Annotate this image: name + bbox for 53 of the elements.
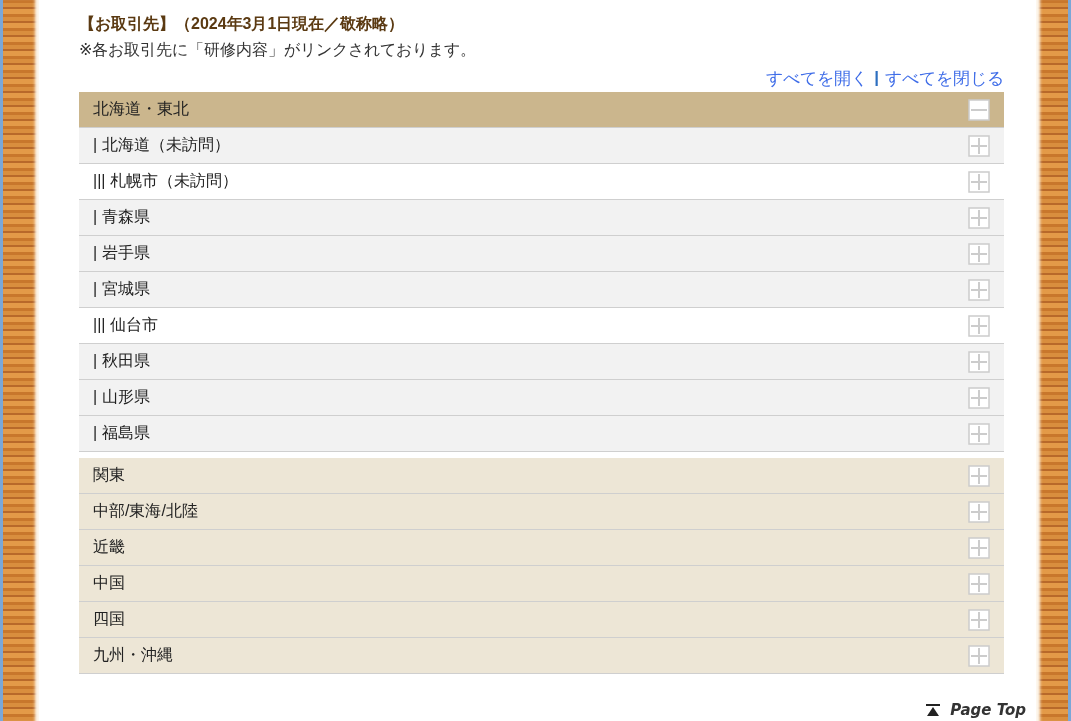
region-label: 中部/東海/北陸: [93, 501, 198, 521]
up-arrow-icon: [926, 704, 941, 716]
row-label: | 青森県: [93, 207, 150, 227]
page-top-link[interactable]: Page Top: [926, 701, 1026, 719]
row-label: | 秋田県: [93, 351, 150, 371]
expand-icon[interactable]: [968, 206, 990, 229]
region-label: 関東: [93, 465, 125, 485]
expand-icon[interactable]: [968, 278, 990, 301]
region-label: 四国: [93, 609, 125, 629]
row-label: ||| 札幌市（未訪問）: [93, 171, 238, 191]
region-label: 北海道・東北: [93, 99, 189, 119]
expand-icon[interactable]: [968, 500, 990, 523]
expand-icon[interactable]: [968, 608, 990, 631]
region-label: 九州・沖縄: [93, 645, 173, 665]
row-label: | 岩手県: [93, 243, 150, 263]
note-text: ※各お取引先に「研修内容」がリンクされております。: [79, 40, 478, 60]
expand-icon[interactable]: [968, 242, 990, 265]
row-label: | 山形県: [93, 387, 150, 407]
tree-row[interactable]: | 宮城県: [79, 272, 1004, 308]
expand-icon[interactable]: [968, 464, 990, 487]
collapse-all-link[interactable]: すべてを閉じる: [885, 66, 1004, 90]
expand-icon[interactable]: [968, 572, 990, 595]
tree-row[interactable]: | 青森県: [79, 200, 1004, 236]
region-label: 近畿: [93, 537, 125, 557]
region-header[interactable]: 中部/東海/北陸: [79, 494, 1004, 530]
separator: |: [874, 68, 879, 88]
expand-icon[interactable]: [968, 422, 990, 445]
collapse-icon[interactable]: [968, 98, 990, 121]
expand-icon[interactable]: [968, 170, 990, 193]
region-header[interactable]: 中国: [79, 566, 1004, 602]
expand-icon[interactable]: [968, 314, 990, 337]
heading: 【お取引先】（2024年3月1日現在／敬称略）: [79, 14, 406, 34]
row-label: | 福島県: [93, 423, 150, 443]
row-label: | 宮城県: [93, 279, 150, 299]
expand-icon[interactable]: [968, 386, 990, 409]
tree-row[interactable]: | 岩手県: [79, 236, 1004, 272]
expand-icon[interactable]: [968, 134, 990, 157]
tree-row[interactable]: | 秋田県: [79, 344, 1004, 380]
expand-icon[interactable]: [968, 536, 990, 559]
expand-icon[interactable]: [968, 644, 990, 667]
region-header[interactable]: 九州・沖縄: [79, 638, 1004, 674]
region-header[interactable]: 近畿: [79, 530, 1004, 566]
row-label: | 北海道（未訪問）: [93, 135, 230, 155]
region-label: 中国: [93, 573, 125, 593]
tree-row[interactable]: | 福島県: [79, 416, 1004, 452]
region-header[interactable]: 関東: [79, 458, 1004, 494]
tree-row[interactable]: | 山形県: [79, 380, 1004, 416]
row-label: ||| 仙台市: [93, 315, 158, 335]
region-header[interactable]: 北海道・東北: [79, 92, 1004, 128]
expand-all-link[interactable]: すべてを開く: [766, 66, 869, 90]
expand-icon[interactable]: [968, 350, 990, 373]
tree-row[interactable]: | 北海道（未訪問）: [79, 128, 1004, 164]
region-header[interactable]: 四国: [79, 602, 1004, 638]
